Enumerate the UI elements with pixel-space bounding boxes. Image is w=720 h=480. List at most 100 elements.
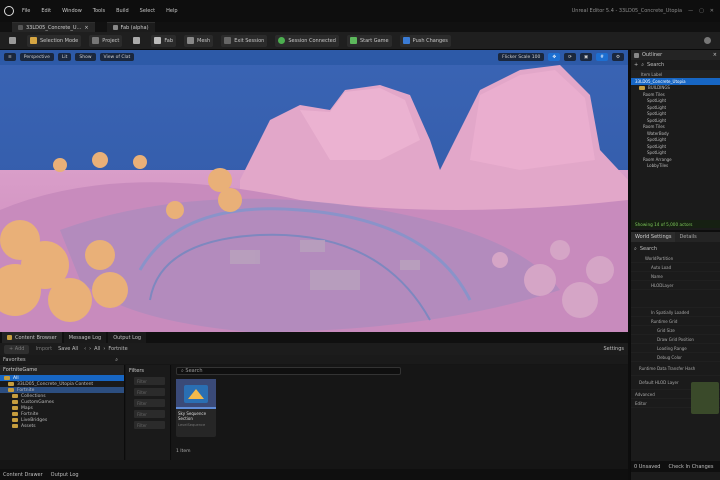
snap-icon[interactable]: # [596, 53, 608, 61]
detail-row[interactable] [631, 290, 720, 308]
unreal-logo-icon[interactable] [4, 6, 14, 16]
scale-icon[interactable]: ▣ [579, 53, 593, 61]
breadcrumb-all[interactable]: All [94, 346, 100, 352]
camera-speed-icon[interactable]: ⚙ [611, 53, 624, 61]
outliner-tab[interactable]: Outliner × [631, 50, 720, 60]
session-connected-badge[interactable]: Session Connected [275, 34, 339, 47]
tab-content-browser[interactable]: Content Browser [2, 332, 62, 343]
close-tab-icon[interactable]: × [84, 25, 88, 31]
sources-search-icon[interactable]: ⌕ [115, 357, 118, 363]
menu-build[interactable]: Build [116, 8, 129, 14]
project-button[interactable]: Project [89, 34, 123, 47]
asset-view: ⌕ Search Sky Sequence Section LevelSeque… [172, 365, 628, 460]
close-panel-icon[interactable]: × [713, 52, 717, 58]
unsaved-count[interactable]: 0 Unsaved [634, 464, 660, 470]
outliner-row-label: 33LD05_Concrete_Utopia [635, 78, 686, 84]
flicker-scale-button[interactable]: Flicker Scale 100 [498, 53, 545, 61]
exit-session-button[interactable]: Exit Session [221, 34, 268, 47]
breadcrumb-fortnite[interactable]: Fortnite [108, 346, 127, 352]
fab-button[interactable]: Fab [151, 34, 177, 47]
maximize-icon[interactable]: ▢ [699, 8, 704, 14]
tab-level[interactable]: 33LD05_Concrete_U... × [12, 22, 95, 32]
tab-fab[interactable]: Fab (alpha) [106, 22, 155, 32]
outliner-row-label: SpotLight [647, 143, 667, 149]
tree-item-label: Fortnite [17, 387, 35, 393]
fab-toolbar-icon [154, 37, 162, 44]
menu-edit[interactable]: Edit [41, 8, 51, 14]
detail-row[interactable]: WorldPartition [631, 254, 720, 263]
menu-file[interactable]: File [22, 8, 30, 14]
menu-help[interactable]: Help [166, 8, 177, 14]
outliner-column-header[interactable]: Item Label [631, 70, 720, 78]
start-game-button[interactable]: Start Game [346, 34, 392, 47]
tab-details[interactable]: Details [675, 234, 700, 240]
back-icon[interactable]: ‹ [84, 346, 86, 352]
add-actor-icon[interactable]: + [634, 62, 638, 68]
document-tab-bar: 33LD05_Concrete_U... × Fab (alpha) [0, 22, 720, 32]
detail-row[interactable]: Grid Size [631, 326, 720, 335]
item-count: 1 Item [176, 449, 191, 454]
save-all-button[interactable]: Save All [58, 346, 78, 352]
push-changes-button[interactable]: Push Changes [399, 34, 451, 47]
detail-row[interactable]: Debug Color [631, 353, 720, 362]
translate-icon[interactable]: ✥ [548, 53, 561, 61]
detail-row[interactable]: Draw Grid Position [631, 335, 720, 344]
fab-icon [112, 25, 118, 30]
minimize-icon[interactable]: — [688, 8, 693, 14]
tree-item-assets[interactable]: Assets [0, 423, 124, 429]
level-icon [18, 25, 23, 30]
folder-icon [12, 406, 18, 410]
menu-select[interactable]: Select [140, 8, 155, 14]
forward-icon[interactable]: › [89, 346, 91, 352]
detail-row[interactable]: HLODLayer [631, 281, 720, 290]
tab-output-log[interactable]: Output Log [108, 332, 147, 343]
unreal-editor-window: File Edit Window Tools Build Select Help… [0, 0, 720, 480]
asset-tile[interactable]: Sky Sequence Section LevelSequence [176, 379, 216, 437]
tab-fab-label: Fab (alpha) [120, 24, 149, 31]
import-button[interactable]: Import [35, 346, 52, 352]
close-icon[interactable]: ✕ [710, 8, 714, 14]
save-icon[interactable] [6, 35, 19, 47]
selection-mode-button[interactable]: Selection Mode [27, 34, 82, 47]
detail-row[interactable]: Runtime Data Transfer Hash [631, 362, 720, 376]
status-bar: Content Drawer Output Log [0, 469, 628, 480]
detail-row[interactable]: Auto Load [631, 263, 720, 272]
filter-button[interactable]: Filter [134, 377, 165, 385]
detail-row[interactable]: Runtime Grid [631, 317, 720, 326]
mesh-button[interactable]: Mesh [184, 34, 214, 47]
filter-button[interactable]: Filter [134, 399, 165, 407]
show-button[interactable]: Show [75, 53, 96, 61]
rotate-icon[interactable]: ⟳ [564, 53, 576, 61]
outliner-row[interactable]: LobbyTiles [631, 163, 720, 170]
output-log-button[interactable]: Output Log [51, 472, 79, 478]
search-icon: ⌕ [641, 62, 645, 68]
view-of-clat-button[interactable]: View of Clat [99, 53, 135, 61]
check-in-changes-button[interactable]: Check In Changes [668, 464, 713, 470]
lit-button[interactable]: Lit [57, 53, 72, 61]
details-search[interactable]: ⌕ Search [631, 244, 720, 254]
filter-button[interactable]: Filter [134, 388, 165, 396]
outliner-search[interactable]: + ⌕ Search [631, 60, 720, 70]
project-section[interactable]: FortniteGame [0, 365, 124, 375]
detail-row[interactable]: Loading Range [631, 344, 720, 353]
tab-world-settings[interactable]: World Settings [631, 232, 676, 242]
perspective-button[interactable]: Perspective [19, 53, 54, 61]
cb-settings-button[interactable]: Settings [603, 346, 624, 352]
favorites-label[interactable]: Favorites [3, 357, 26, 363]
platform-button[interactable] [130, 35, 143, 47]
filter-button[interactable]: Filter [134, 421, 165, 429]
filter-button[interactable]: Filter [134, 410, 165, 418]
menu-tools[interactable]: Tools [93, 8, 105, 14]
start-game-label: Start Game [359, 37, 389, 44]
add-button[interactable]: + Add [4, 344, 30, 354]
minimap-thumbnail [691, 382, 719, 414]
detail-row[interactable]: Name [631, 272, 720, 281]
asset-search-input[interactable]: ⌕ Search [176, 367, 401, 375]
viewport-menu-icon[interactable]: ≡ [4, 53, 16, 61]
detail-row[interactable]: In Spatially Loaded [631, 308, 720, 317]
tab-message-log[interactable]: Message Log [63, 332, 107, 343]
content-drawer-button[interactable]: Content Drawer [3, 472, 43, 478]
menu-window[interactable]: Window [62, 8, 82, 14]
settings-icon[interactable] [701, 35, 714, 47]
level-viewport[interactable]: ≡ Perspective Lit Show View of Clat Flic… [0, 50, 628, 332]
